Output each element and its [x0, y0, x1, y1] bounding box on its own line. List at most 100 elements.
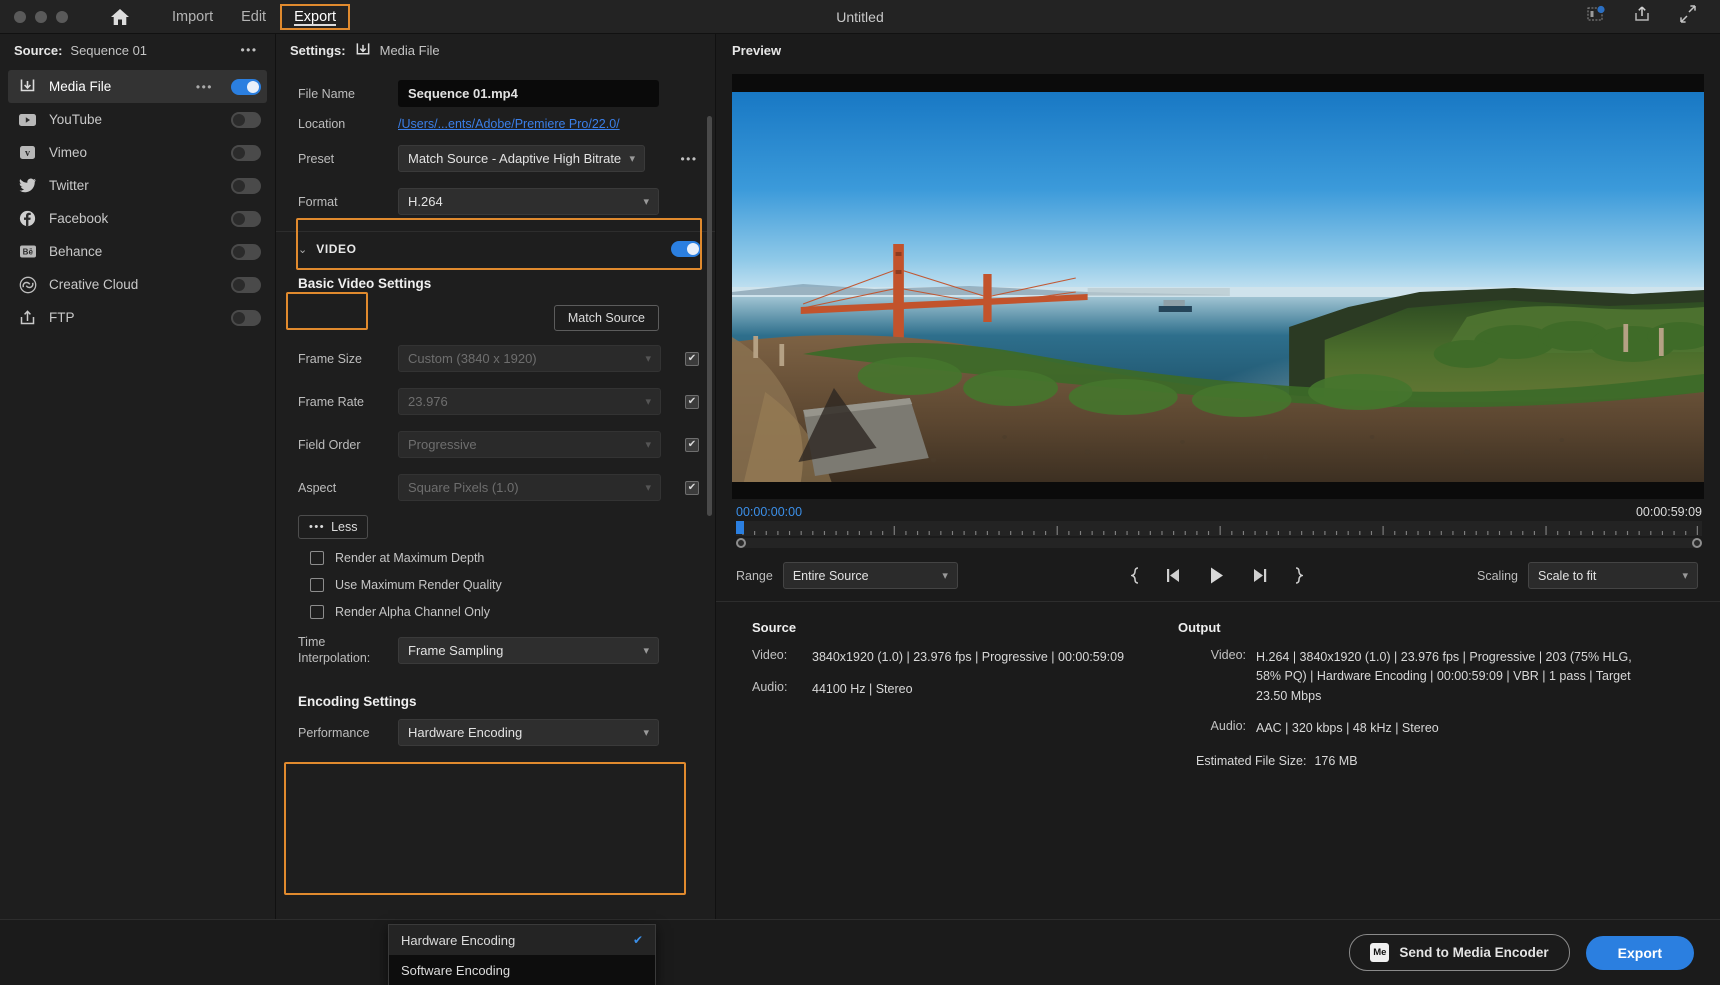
facebook-toggle[interactable] — [231, 211, 261, 227]
performance-dropdown[interactable]: Hardware Encoding ▾ — [398, 719, 659, 746]
aspect-match-checkbox[interactable] — [685, 481, 699, 495]
video-section-header[interactable]: ⌄ VIDEO — [276, 231, 715, 266]
send-to-media-encoder-button[interactable]: Me Send to Media Encoder — [1349, 934, 1569, 971]
settings-scroll-area: File Name Sequence 01.mp4 Location /User… — [276, 66, 715, 919]
location-row: Location /Users/...ents/Adobe/Premiere P… — [276, 117, 715, 131]
field-order-match-checkbox[interactable] — [685, 438, 699, 452]
media-file-toggle[interactable] — [231, 79, 261, 95]
mark-in-icon[interactable] — [1131, 567, 1142, 584]
field-order-row: Field Order Progressive ▾ — [276, 431, 715, 458]
performance-option-software-encoding[interactable]: Software Encoding — [389, 955, 655, 985]
time-interpolation-value: Frame Sampling — [408, 643, 503, 658]
facebook-icon — [18, 209, 37, 228]
performance-dropdown-menu[interactable]: Hardware Encoding ✔ Software Encoding — [388, 924, 656, 985]
encoding-settings-title: Encoding Settings — [276, 684, 715, 719]
preview-stage — [716, 66, 1720, 499]
close-window-button[interactable] — [14, 11, 26, 23]
top-nav-tabs[interactable]: Import Edit Export — [158, 4, 350, 30]
source-more-icon[interactable]: ••• — [237, 43, 261, 57]
window-controls[interactable] — [0, 11, 68, 23]
less-button[interactable]: ••• Less — [298, 515, 368, 539]
timeline-ruler[interactable] — [736, 521, 1702, 536]
creative-cloud-icon — [18, 275, 37, 294]
max-render-quality-row[interactable]: Use Maximum Render Quality — [276, 578, 715, 592]
zoom-handle-left[interactable] — [736, 538, 746, 548]
source-audio-row: Audio: 44100 Hz | Stereo — [752, 680, 1170, 699]
render-alpha-only-row[interactable]: Render Alpha Channel Only — [276, 605, 715, 619]
creative-cloud-toggle[interactable] — [231, 277, 261, 293]
scaling-dropdown[interactable]: Scale to fit ▾ — [1528, 562, 1698, 589]
media-file-more-icon[interactable]: ••• — [196, 80, 213, 94]
chevron-down-icon[interactable]: ⌄ — [298, 243, 307, 256]
nav-tab-edit[interactable]: Edit — [227, 4, 280, 30]
settings-header: Settings: Media File — [276, 34, 715, 66]
twitter-toggle[interactable] — [231, 178, 261, 194]
playhead-marker[interactable] — [736, 521, 744, 534]
video-preview-frame[interactable] — [732, 74, 1704, 499]
step-back-icon[interactable] — [1166, 567, 1185, 584]
render-max-depth-checkbox[interactable] — [310, 551, 324, 565]
sidebar-item-vimeo[interactable]: v Vimeo — [8, 136, 267, 169]
summary-info-pane: Source Video: 3840x1920 (1.0) | 23.976 f… — [716, 601, 1720, 784]
progress-panel-icon[interactable] — [1586, 5, 1606, 28]
frame-size-match-checkbox[interactable] — [685, 352, 699, 366]
file-name-value: Sequence 01.mp4 — [408, 86, 518, 101]
main-body: Source: Sequence 01 ••• Media File ••• — [0, 34, 1720, 919]
svg-text:Bē: Bē — [22, 248, 33, 257]
format-dropdown[interactable]: H.264 ▾ — [398, 188, 659, 215]
render-alpha-only-checkbox[interactable] — [310, 605, 324, 619]
sidebar-item-twitter[interactable]: Twitter — [8, 169, 267, 202]
sidebar-item-facebook[interactable]: Facebook — [8, 202, 267, 235]
field-order-label: Field Order — [286, 438, 398, 452]
export-settings-panel: Settings: Media File File Name Sequence … — [276, 34, 716, 919]
field-order-dropdown[interactable]: Progressive ▾ — [398, 431, 661, 458]
nav-tab-import[interactable]: Import — [158, 4, 227, 30]
home-icon[interactable] — [110, 8, 130, 26]
zoom-scrollbar[interactable] — [736, 538, 1702, 548]
source-audio-key: Audio: — [752, 680, 812, 699]
frame-size-dropdown[interactable]: Custom (3840 x 1920) ▾ — [398, 345, 661, 372]
location-link[interactable]: /Users/...ents/Adobe/Premiere Pro/22.0/ — [398, 117, 620, 131]
max-render-quality-checkbox[interactable] — [310, 578, 324, 592]
zoom-handle-right[interactable] — [1692, 538, 1702, 548]
frame-rate-match-checkbox[interactable] — [685, 395, 699, 409]
minimize-window-button[interactable] — [35, 11, 47, 23]
performance-option-label: Hardware Encoding — [401, 933, 515, 948]
preset-more-icon[interactable]: ••• — [677, 152, 701, 166]
chevron-down-icon: ▾ — [643, 195, 649, 208]
mark-out-icon[interactable] — [1292, 567, 1303, 584]
nav-tab-export[interactable]: Export — [280, 4, 350, 30]
range-dropdown[interactable]: Entire Source ▾ — [783, 562, 958, 589]
sidebar-item-youtube[interactable]: YouTube — [8, 103, 267, 136]
time-interpolation-dropdown[interactable]: Frame Sampling ▾ — [398, 637, 659, 664]
frame-rate-dropdown[interactable]: 23.976 ▾ — [398, 388, 661, 415]
ftp-toggle[interactable] — [231, 310, 261, 326]
settings-scrollbar[interactable] — [707, 116, 712, 516]
preview-image — [732, 92, 1704, 482]
file-name-input[interactable]: Sequence 01.mp4 — [398, 80, 659, 107]
share-icon[interactable] — [1632, 5, 1652, 28]
play-icon[interactable] — [1209, 566, 1225, 585]
step-forward-icon[interactable] — [1249, 567, 1268, 584]
sidebar-item-behance[interactable]: Bē Behance — [8, 235, 267, 268]
youtube-toggle[interactable] — [231, 112, 261, 128]
render-max-depth-row[interactable]: Render at Maximum Depth — [276, 551, 715, 565]
youtube-icon — [18, 110, 37, 129]
sidebar-item-creative-cloud[interactable]: Creative Cloud — [8, 268, 267, 301]
vimeo-toggle[interactable] — [231, 145, 261, 161]
video-section-toggle[interactable] — [671, 241, 701, 257]
maximize-window-button[interactable] — [56, 11, 68, 23]
performance-option-hardware-encoding[interactable]: Hardware Encoding ✔ — [389, 925, 655, 955]
preset-dropdown[interactable]: Match Source - Adaptive High Bitrate ▾ — [398, 145, 645, 172]
output-audio-row: Audio: AAC | 320 kbps | 48 kHz | Stereo — [1178, 719, 1696, 738]
sidebar-item-ftp[interactable]: FTP — [8, 301, 267, 334]
export-button[interactable]: Export — [1586, 936, 1694, 970]
behance-toggle[interactable] — [231, 244, 261, 260]
source-video-value: 3840x1920 (1.0) | 23.976 fps | Progressi… — [812, 648, 1124, 667]
sidebar-item-media-file[interactable]: Media File ••• — [8, 70, 267, 103]
current-timecode[interactable]: 00:00:00:00 — [736, 505, 802, 519]
fullscreen-icon[interactable] — [1678, 5, 1698, 28]
match-source-button[interactable]: Match Source — [554, 305, 659, 331]
aspect-dropdown[interactable]: Square Pixels (1.0) ▾ — [398, 474, 661, 501]
sidebar-item-label: Twitter — [49, 178, 219, 193]
